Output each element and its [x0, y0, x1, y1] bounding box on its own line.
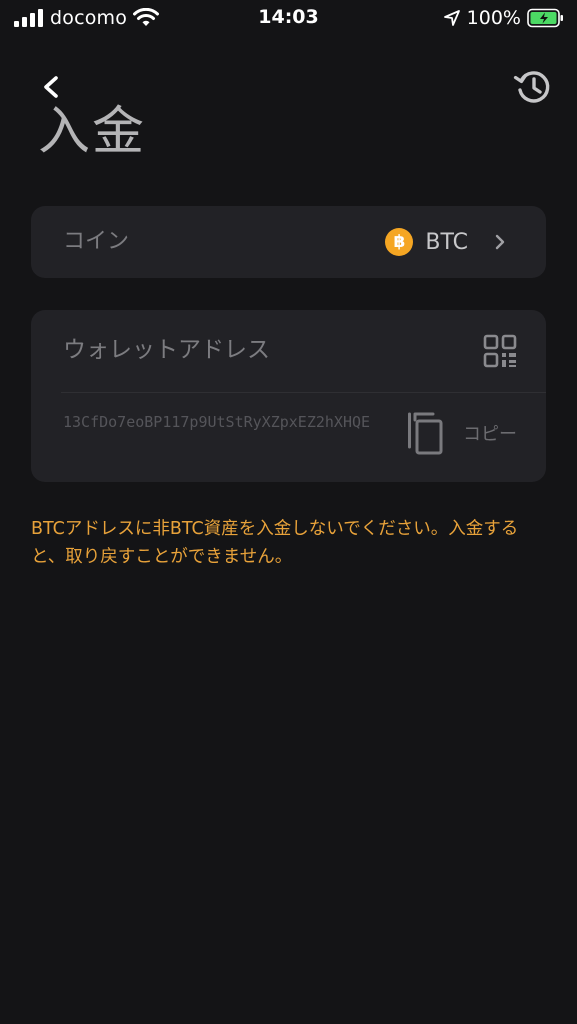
page-title: 入金 — [38, 102, 147, 162]
back-button[interactable] — [36, 70, 66, 104]
copy-address-button[interactable]: コピー — [407, 408, 517, 458]
history-button[interactable] — [512, 66, 554, 108]
status-bar: docomo 14:03 100% — [0, 0, 577, 38]
coin-selector[interactable]: コイン ฿ BTC — [31, 206, 546, 278]
coin-value-group: ฿ BTC — [385, 206, 506, 278]
copy-label: コピー — [463, 424, 517, 445]
wallet-address-card: ウォレットアドレス 13CfDo7eoBP117p9UtStRyXZpxEZ2h… — [31, 310, 546, 482]
battery-icon — [527, 8, 563, 28]
qr-code-button[interactable] — [483, 334, 517, 368]
wallet-address-value[interactable]: 13CfDo7eoBP117p9UtStRyXZpxEZ2hXHQE — [63, 410, 393, 434]
wallet-address-label: ウォレットアドレス — [63, 337, 270, 363]
history-icon — [513, 71, 550, 103]
chevron-right-icon — [495, 234, 505, 250]
qr-code-icon — [483, 334, 517, 368]
card-divider — [61, 392, 546, 393]
status-right: 100% — [443, 6, 565, 30]
deposit-warning-text: BTCアドレスに非BTC資産を入金しないでください。入金すると、取り戻すことがで… — [31, 519, 519, 567]
location-arrow-icon — [443, 10, 460, 26]
chevron-left-icon — [44, 76, 58, 98]
coin-name: BTC — [425, 229, 468, 255]
battery-percent: 100% — [466, 7, 521, 29]
coin-label: コイン — [63, 229, 130, 254]
copy-icon — [408, 412, 443, 455]
bitcoin-icon: ฿ — [385, 228, 414, 256]
